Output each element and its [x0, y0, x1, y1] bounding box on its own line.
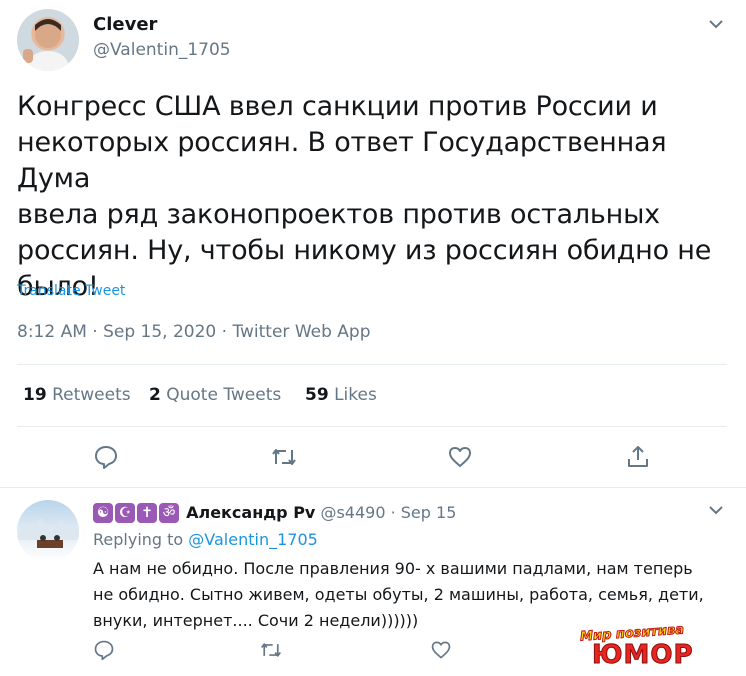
reply-text-line: не обидно. Сытно живем, одеты обуты, 2 м…: [93, 585, 704, 604]
reply-author-avatar[interactable]: [17, 500, 79, 562]
divider: [17, 426, 727, 427]
reply-text: А нам не обидно. После правления 90- х в…: [93, 556, 723, 634]
translate-tweet-link[interactable]: Translate Tweet: [17, 283, 125, 299]
author-handle[interactable]: @Valentin_1705: [93, 40, 231, 60]
reply-like-icon[interactable]: [430, 639, 452, 661]
yin-yang-badge-icon: ☯: [93, 502, 113, 523]
quote-tweets-stat[interactable]: 2 Quote Tweets: [149, 385, 281, 405]
share-icon[interactable]: [625, 444, 651, 470]
likes-label: Likes: [334, 385, 377, 405]
divider: [17, 364, 727, 365]
tweet-text-line: ввела ряд законопроектов против остальны…: [17, 199, 660, 230]
like-icon[interactable]: [447, 444, 473, 470]
author-avatar[interactable]: [17, 9, 79, 71]
replying-to: Replying to @Valentin_1705: [93, 530, 318, 549]
retweets-count: 19: [23, 385, 47, 405]
reply-text-line: А нам не обидно. После правления 90- х в…: [93, 559, 693, 578]
tweet-text-line: россиян. Ну, чтобы никому из россиян оби…: [17, 235, 712, 266]
cross-badge-icon: ✝: [137, 502, 157, 523]
likes-stat[interactable]: 59 Likes: [305, 385, 377, 405]
om-badge-icon: ॐ: [159, 502, 179, 523]
tweet-text-line: некоторых россиян. В ответ Государственн…: [17, 127, 667, 194]
crescent-badge-icon: ☪: [115, 502, 135, 523]
tweet-text: Конгресс США ввел санкции против России …: [17, 89, 727, 305]
replying-prefix: Replying to: [93, 530, 184, 549]
tweet-timestamp[interactable]: 8:12 AM · Sep 15, 2020 · Twitter Web App: [17, 322, 371, 342]
reply-chevron-down-icon[interactable]: [706, 500, 726, 520]
tweet-text-line: Конгресс США ввел санкции против России …: [17, 91, 658, 122]
author-name[interactable]: Clever: [93, 14, 157, 35]
divider: [0, 487, 746, 488]
replying-to-link[interactable]: @Valentin_1705: [188, 530, 318, 549]
reply-icon[interactable]: [93, 444, 119, 470]
reply-author-handle[interactable]: @s4490: [320, 503, 385, 522]
reply-reply-icon[interactable]: [93, 639, 115, 661]
chevron-down-icon[interactable]: [706, 14, 726, 34]
quote-count: 2: [149, 385, 161, 405]
likes-count: 59: [305, 385, 329, 405]
reply-date[interactable]: · Sep 15: [391, 503, 457, 522]
retweet-icon[interactable]: [270, 444, 298, 470]
watermark-line2: ЮМОР: [592, 640, 694, 671]
reply-header: ☯ ☪ ✝ ॐ Александр Pv @s4490 · Sep 15: [93, 502, 456, 523]
watermark-logo: Мир позитива ЮМОР: [574, 622, 720, 672]
quote-label: Quote Tweets: [166, 385, 282, 405]
reply-retweet-icon[interactable]: [259, 639, 283, 661]
reply-author-name[interactable]: Александр Pv: [186, 503, 315, 522]
retweets-stat[interactable]: 19 Retweets: [23, 385, 131, 405]
retweets-label: Retweets: [52, 385, 131, 405]
